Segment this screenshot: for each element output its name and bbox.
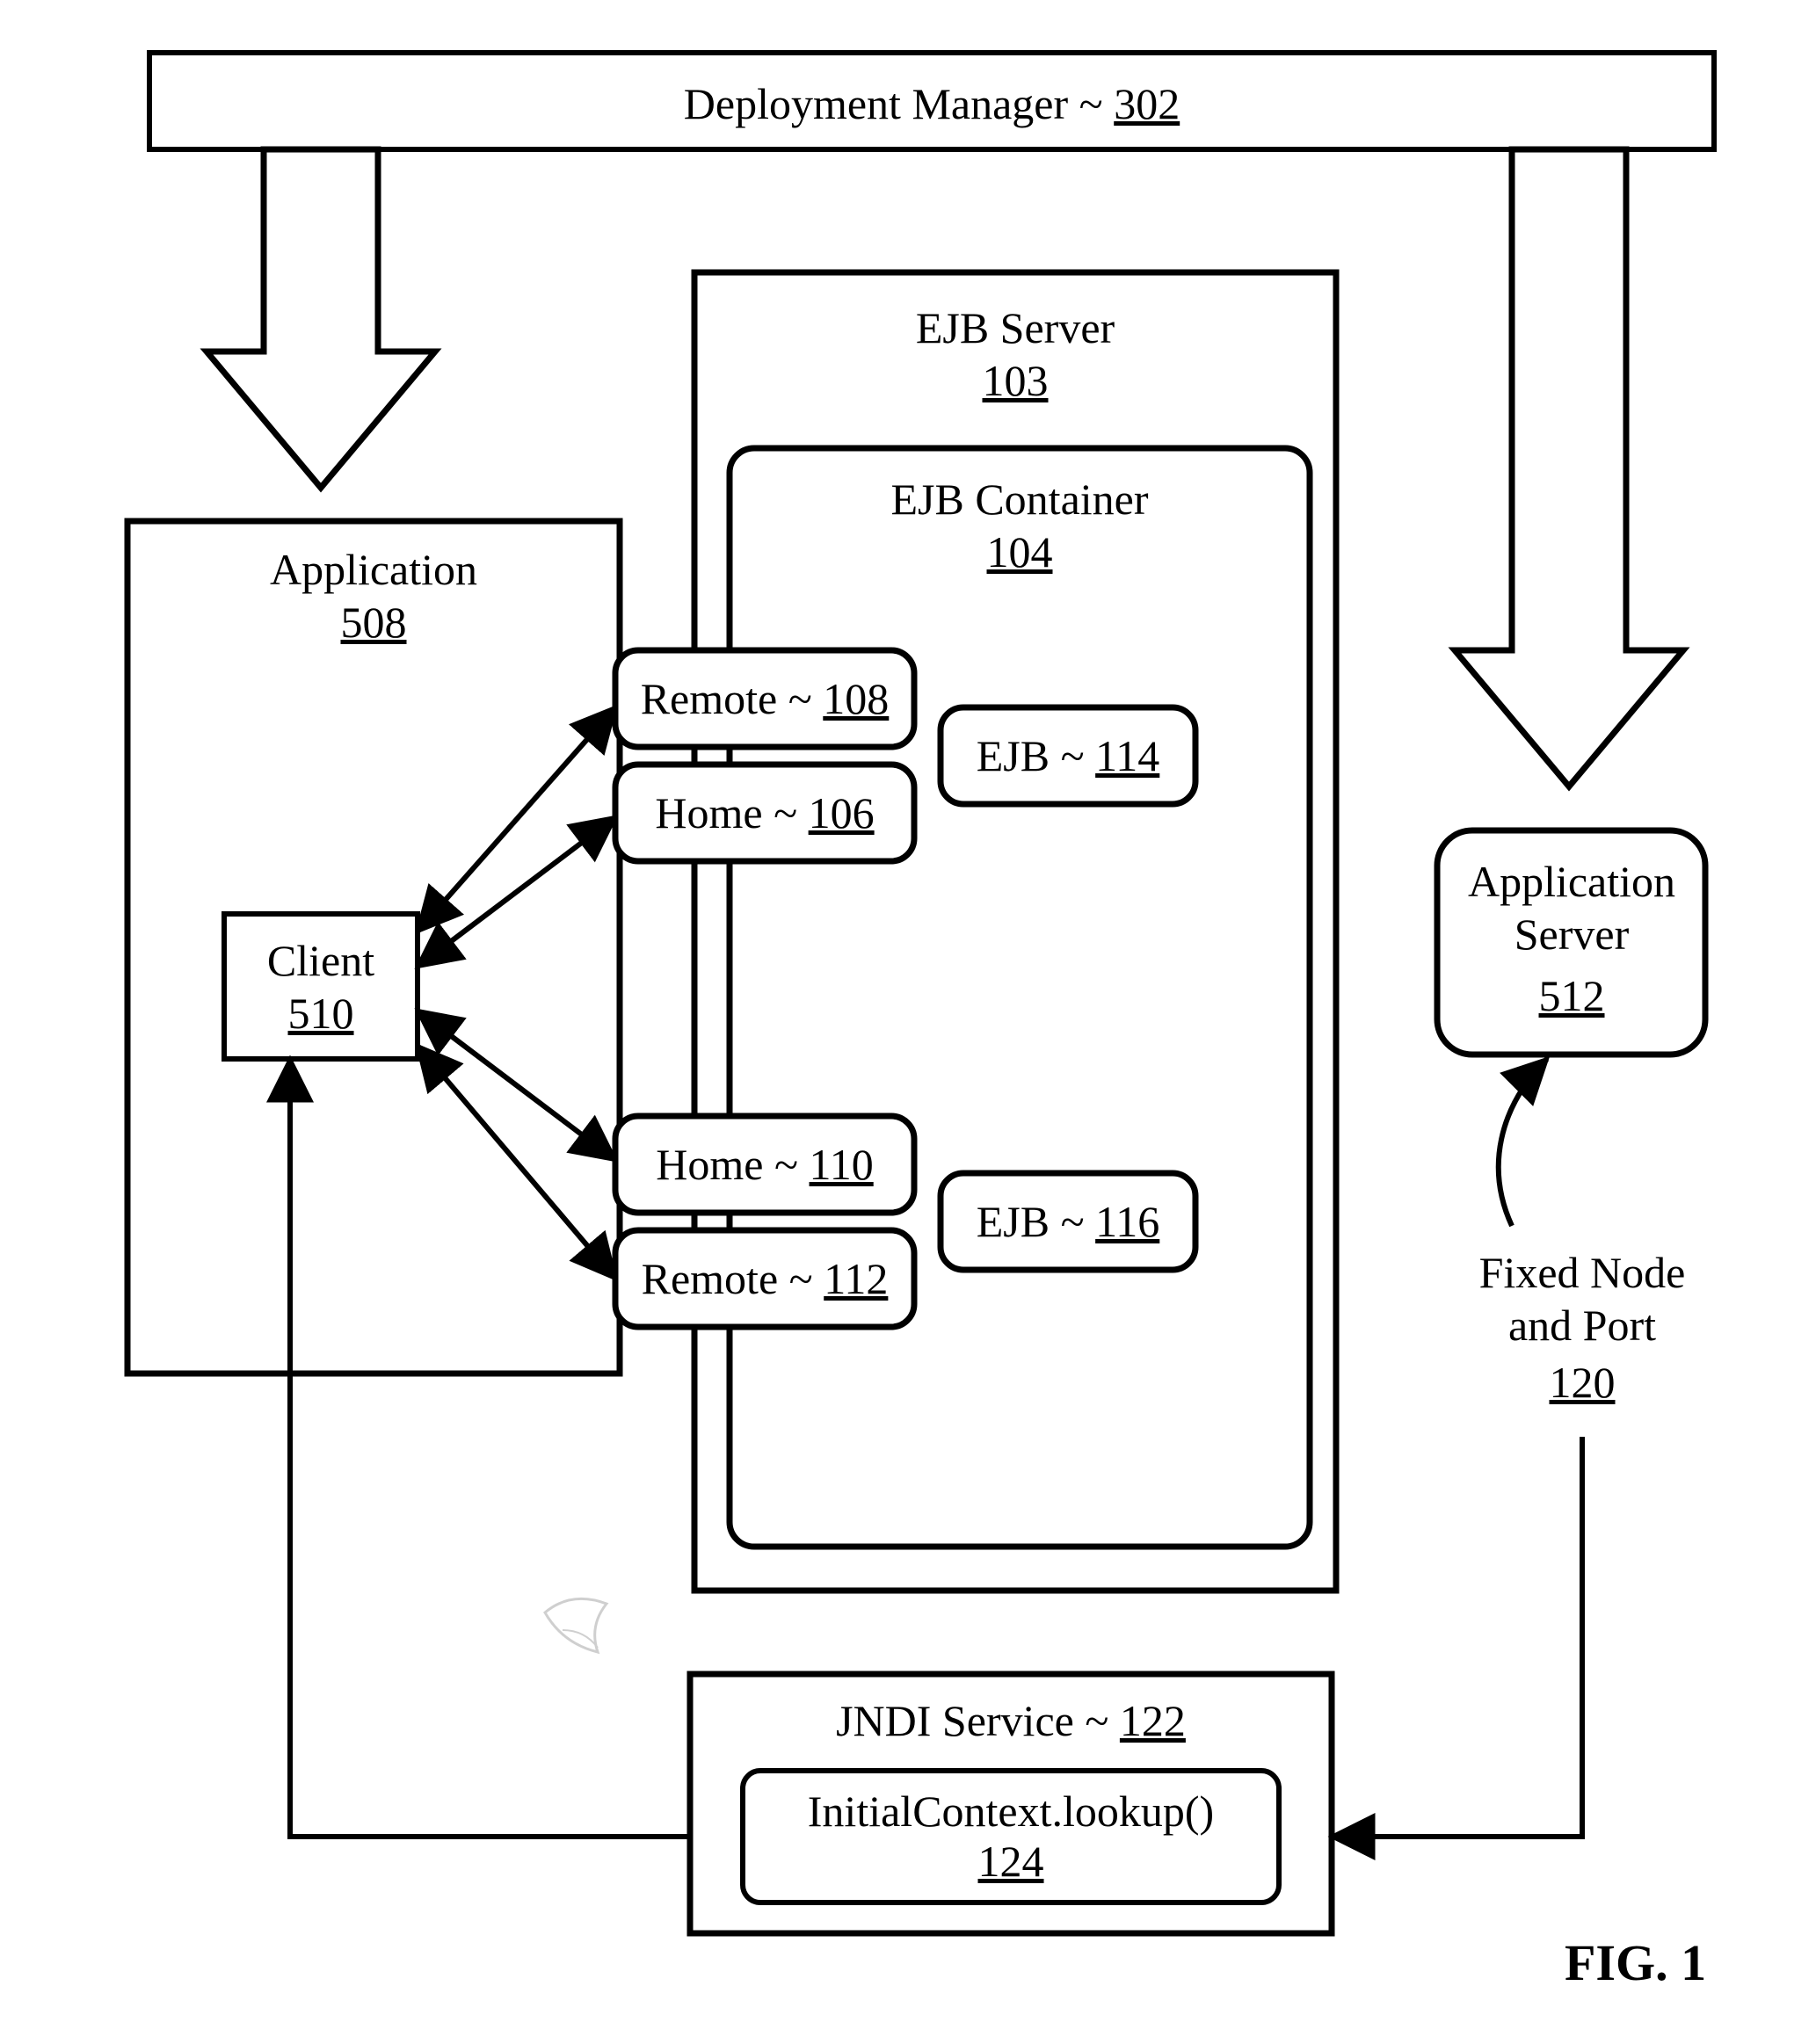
initial-context-num: 124 bbox=[978, 1837, 1044, 1886]
svg-text:Remote ~ 108: Remote ~ 108 bbox=[641, 674, 890, 723]
jndi-service-label: JNDI Service bbox=[836, 1696, 1074, 1745]
ejb-116-box: EJB ~ 116 bbox=[941, 1173, 1195, 1270]
home-106-box: Home ~ 106 bbox=[615, 765, 914, 861]
diagram-stage: Deployment Manager ~ 302 EJB Server 103 … bbox=[0, 0, 1816, 2044]
appserver-to-jndi-arrow bbox=[1332, 1437, 1582, 1837]
client-label: Client bbox=[267, 936, 374, 985]
big-arrow-left bbox=[207, 149, 435, 488]
fixed-node-label: Fixed Node and Port 120 bbox=[1479, 1059, 1686, 1407]
ejb-116-label: EJB bbox=[977, 1197, 1050, 1246]
svg-text:JNDI Service ~ 1: JNDI Service ~ 122 bbox=[836, 1696, 1186, 1745]
remote-112-label: Remote bbox=[642, 1254, 779, 1303]
svg-text:Home ~ 106: Home ~ 106 bbox=[655, 788, 874, 837]
remote-108-label: Remote bbox=[641, 674, 778, 723]
ejb-114-num: 114 bbox=[1095, 731, 1159, 780]
figure-label: FIG. 1 bbox=[1565, 1933, 1706, 1992]
application-num: 508 bbox=[341, 598, 407, 647]
ejb-container-box: EJB Container 104 bbox=[730, 448, 1310, 1547]
deployment-manager-num: 302 bbox=[1114, 79, 1180, 128]
app-server-num: 512 bbox=[1539, 971, 1605, 1020]
svg-text:EJB ~ 116: EJB ~ 116 bbox=[977, 1197, 1160, 1246]
deployment-manager-label: Deployment Manager bbox=[684, 79, 1069, 128]
deployment-manager-box: Deployment Manager ~ 302 bbox=[149, 53, 1714, 149]
home-106-label: Home bbox=[655, 788, 762, 837]
fixed-node-num: 120 bbox=[1550, 1358, 1616, 1407]
client-box: Client 510 bbox=[224, 914, 418, 1059]
initial-context-label: InitialContext.lookup() bbox=[808, 1787, 1214, 1836]
remote-108-num: 108 bbox=[823, 674, 889, 723]
fixed-node-line1: Fixed Node bbox=[1479, 1248, 1686, 1297]
tilde: ~ bbox=[1079, 79, 1103, 128]
ejb-server-label: EJB Server bbox=[916, 303, 1115, 352]
application-server-box: Application Server 512 bbox=[1437, 830, 1705, 1055]
ejb-114-box: EJB ~ 114 bbox=[941, 707, 1195, 804]
svg-text:Home ~ 110: Home ~ 110 bbox=[656, 1140, 873, 1189]
remote-108-box: Remote ~ 108 bbox=[615, 650, 914, 747]
diagram-svg: Deployment Manager ~ 302 EJB Server 103 … bbox=[0, 0, 1816, 2044]
client-num: 510 bbox=[288, 989, 354, 1038]
home-110-box: Home ~ 110 bbox=[615, 1116, 914, 1213]
app-server-line1: Application bbox=[1468, 857, 1675, 906]
svg-text:Remote ~ 112: Remote ~ 112 bbox=[642, 1254, 889, 1303]
ejb-container-label: EJB Container bbox=[890, 475, 1148, 524]
svg-text:EJB ~ 114: EJB ~ 114 bbox=[977, 731, 1160, 780]
home-106-num: 106 bbox=[809, 788, 875, 837]
ejb-114-label: EJB bbox=[977, 731, 1050, 780]
fixed-node-line2: and Port bbox=[1508, 1301, 1656, 1350]
ejb-container-num: 104 bbox=[987, 527, 1053, 576]
remote-112-box: Remote ~ 112 bbox=[615, 1230, 914, 1327]
home-110-num: 110 bbox=[810, 1140, 874, 1189]
smudge-artifact bbox=[545, 1598, 607, 1652]
initial-context-box: InitialContext.lookup() 124 bbox=[743, 1771, 1279, 1903]
home-110-label: Home bbox=[656, 1140, 763, 1189]
app-server-line2: Server bbox=[1515, 910, 1630, 959]
ejb-116-num: 116 bbox=[1095, 1197, 1159, 1246]
svg-text:Deployment Manager: Deployment Manager ~ 302 bbox=[684, 79, 1180, 128]
remote-112-num: 112 bbox=[824, 1254, 888, 1303]
application-label: Application bbox=[270, 545, 477, 594]
big-arrow-right bbox=[1455, 149, 1683, 786]
jndi-service-num: 122 bbox=[1120, 1696, 1186, 1745]
ejb-server-num: 103 bbox=[983, 356, 1049, 405]
